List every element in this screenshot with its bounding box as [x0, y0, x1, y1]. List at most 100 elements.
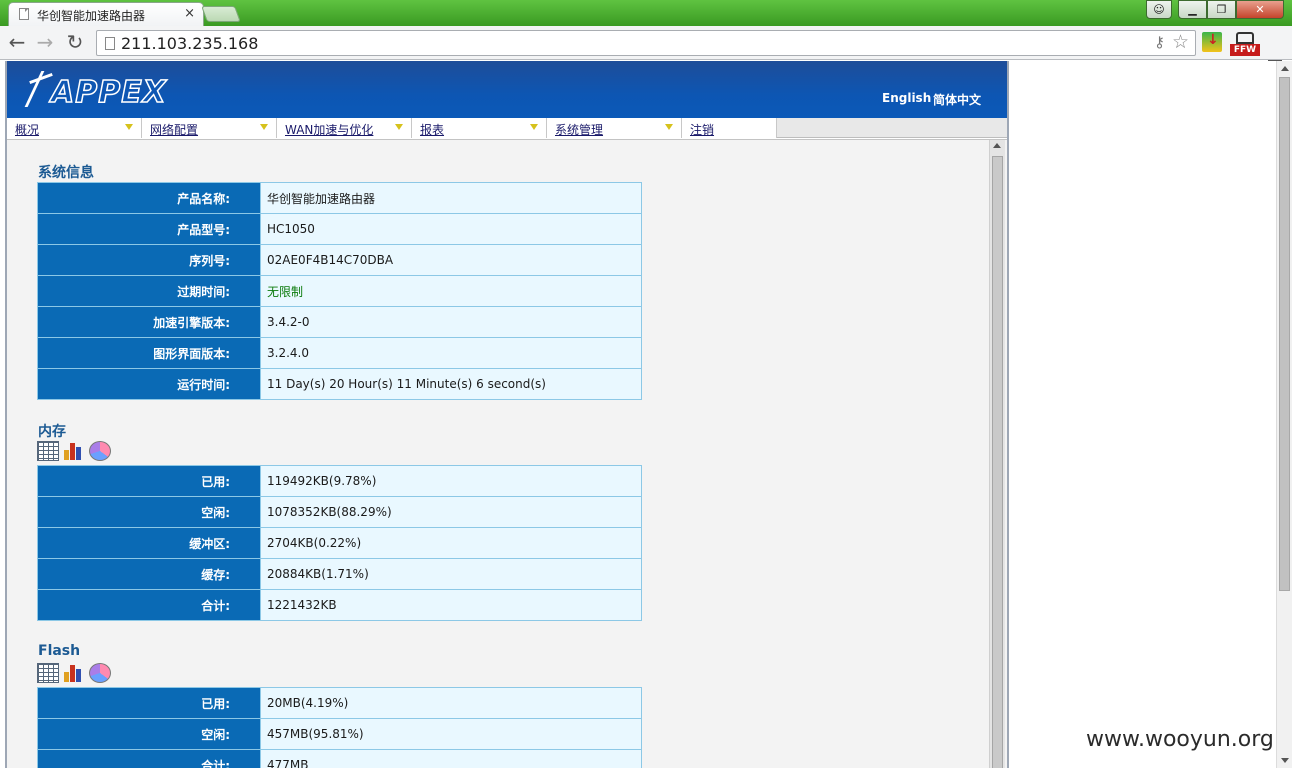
scroll-down-arrow-icon[interactable] [1281, 758, 1289, 763]
table-row: 空闲: 1078352KB(88.29%) [37, 496, 642, 528]
row-label: 加速引擎版本: [37, 306, 261, 338]
row-value: 20MB(4.19%) [260, 687, 642, 719]
row-value: 457MB(95.81%) [260, 718, 642, 750]
header-banner: APPEX English 简体中文 [7, 61, 1007, 118]
menu-network-config[interactable]: 网络配置 [142, 118, 277, 138]
row-value: HC1050 [260, 213, 642, 245]
row-label: 缓存: [37, 558, 261, 590]
row-value: 20884KB(1.71%) [260, 558, 642, 590]
memory-table: 已用: 119492KB(9.78%) 空闲: 1078352KB(88.29%) … [37, 465, 642, 621]
system-info-title: 系统信息 [38, 165, 94, 181]
row-label: 合计: [37, 749, 261, 768]
pie-chart-icon[interactable] [89, 441, 111, 461]
table-row: 缓存: 20884KB(1.71%) [37, 558, 642, 590]
table-row: 加速引擎版本: 3.4.2-0 [37, 306, 642, 338]
table-row: 运行时间: 11 Day(s) 20 Hour(s) 11 Minute(s) 6… [37, 368, 642, 400]
main-menu: 概况 网络配置 WAN加速与优化 报表 系统管理 注销 [7, 118, 1007, 138]
menu-system-management[interactable]: 系统管理 [547, 118, 682, 138]
row-value: 3.2.4.0 [260, 337, 642, 369]
menu-logout[interactable]: 注销 [682, 118, 777, 138]
window-controls: ☺ ▁ ❐ ✕ [1146, 0, 1284, 19]
row-label: 空闲: [37, 718, 261, 750]
table-view-icon[interactable] [37, 441, 59, 461]
download-extension-icon[interactable] [1202, 32, 1222, 52]
scroll-up-arrow-icon[interactable] [1281, 66, 1289, 71]
bookmark-star-icon[interactable]: ☆ [1172, 31, 1189, 53]
ffw-extension-icon[interactable]: FFW [1230, 32, 1260, 56]
close-tab-icon[interactable]: × [184, 6, 195, 21]
table-row: 图形界面版本: 3.2.4.0 [37, 337, 642, 369]
table-row: 产品型号: HC1050 [37, 213, 642, 245]
table-row: 过期时间: 无限制 [37, 275, 642, 307]
table-row: 产品名称: 华创智能加速路由器 [37, 182, 642, 214]
menu-label: 注销 [690, 123, 715, 137]
row-value: 3.4.2-0 [260, 306, 642, 338]
row-label: 图形界面版本: [37, 337, 261, 369]
language-english-link[interactable]: English [882, 91, 931, 105]
menu-label: WAN加速与优化 [285, 123, 374, 137]
scrollbar-thumb[interactable] [992, 156, 1003, 768]
dropdown-arrow-icon [259, 123, 269, 130]
tab-title: 华创智能加速路由器 [37, 9, 146, 23]
browser-titlebar: 华创智能加速路由器 × ☺ ▁ ❐ ✕ [0, 0, 1292, 26]
minimize-button[interactable]: ▁ [1178, 0, 1207, 19]
forward-arrow-icon[interactable]: → [34, 31, 56, 53]
row-label: 序列号: [37, 244, 261, 276]
row-value: 1078352KB(88.29%) [260, 496, 642, 528]
table-row: 缓冲区: 2704KB(0.22%) [37, 527, 642, 559]
dropdown-arrow-icon [529, 123, 539, 130]
ffw-box-shape [1236, 32, 1254, 44]
row-value: 119492KB(9.78%) [260, 465, 642, 497]
profile-icon[interactable]: ☺ [1146, 0, 1172, 19]
menu-label: 报表 [420, 123, 445, 137]
address-bar[interactable]: 211.103.235.168 ⚷ ☆ [96, 30, 1196, 56]
row-label: 过期时间: [37, 275, 261, 307]
ffw-label: FFW [1230, 44, 1260, 56]
menu-label: 系统管理 [555, 123, 604, 137]
dropdown-arrow-icon [664, 123, 674, 130]
menu-wan-acceleration[interactable]: WAN加速与优化 [277, 118, 412, 138]
url-text[interactable]: 211.103.235.168 [121, 34, 258, 53]
scroll-up-arrow-icon[interactable] [993, 143, 1001, 148]
flash-title: Flash [38, 643, 81, 659]
dropdown-arrow-icon [124, 123, 134, 130]
memory-view-icons [37, 441, 111, 461]
row-label: 已用: [37, 687, 261, 719]
bar-chart-icon[interactable] [63, 663, 85, 683]
row-value: 无限制 [260, 275, 642, 307]
content-scrollbar[interactable] [989, 140, 1005, 768]
table-view-icon[interactable] [37, 663, 59, 683]
key-icon[interactable]: ⚷ [1154, 33, 1165, 51]
row-value: 华创智能加速路由器 [260, 182, 642, 214]
system-info-table: 产品名称: 华创智能加速路由器 产品型号: HC1050 序列号: 02AE0F4B1… [37, 182, 642, 400]
browser-tab[interactable]: 华创智能加速路由器 × [8, 2, 204, 26]
table-row: 合计: 477MB [37, 749, 642, 768]
row-label: 运行时间: [37, 368, 261, 400]
main-content: 系统信息 产品名称: 华创智能加速路由器 产品型号: HC1050 序列号: 02AE… [7, 139, 1007, 768]
restore-button[interactable]: ❐ [1207, 0, 1236, 19]
close-window-button[interactable]: ✕ [1236, 0, 1284, 19]
memory-title: 内存 [38, 424, 66, 440]
logo-text: APPEX [50, 74, 167, 111]
watermark-text: www.wooyun.org [1086, 727, 1274, 752]
menu-overview[interactable]: 概况 [7, 118, 142, 138]
row-value: 1221432KB [260, 589, 642, 621]
flash-view-icons [37, 663, 111, 683]
row-label: 合计: [37, 589, 261, 621]
back-arrow-icon[interactable]: ← [6, 31, 28, 53]
reload-icon[interactable]: ↻ [64, 31, 86, 53]
scrollbar-thumb[interactable] [1279, 77, 1290, 591]
row-label: 缓冲区: [37, 527, 261, 559]
table-row: 已用: 119492KB(9.78%) [37, 465, 642, 497]
bar-chart-icon[interactable] [63, 441, 85, 461]
new-tab-button[interactable] [201, 6, 241, 22]
menu-reports[interactable]: 报表 [412, 118, 547, 138]
page-icon [105, 37, 115, 50]
row-label: 空闲: [37, 496, 261, 528]
row-value: 477MB [260, 749, 642, 768]
row-label: 已用: [37, 465, 261, 497]
language-chinese-link[interactable]: 简体中文 [933, 91, 981, 108]
pie-chart-icon[interactable] [89, 663, 111, 683]
table-row: 已用: 20MB(4.19%) [37, 687, 642, 719]
page-scrollbar[interactable] [1276, 61, 1292, 768]
